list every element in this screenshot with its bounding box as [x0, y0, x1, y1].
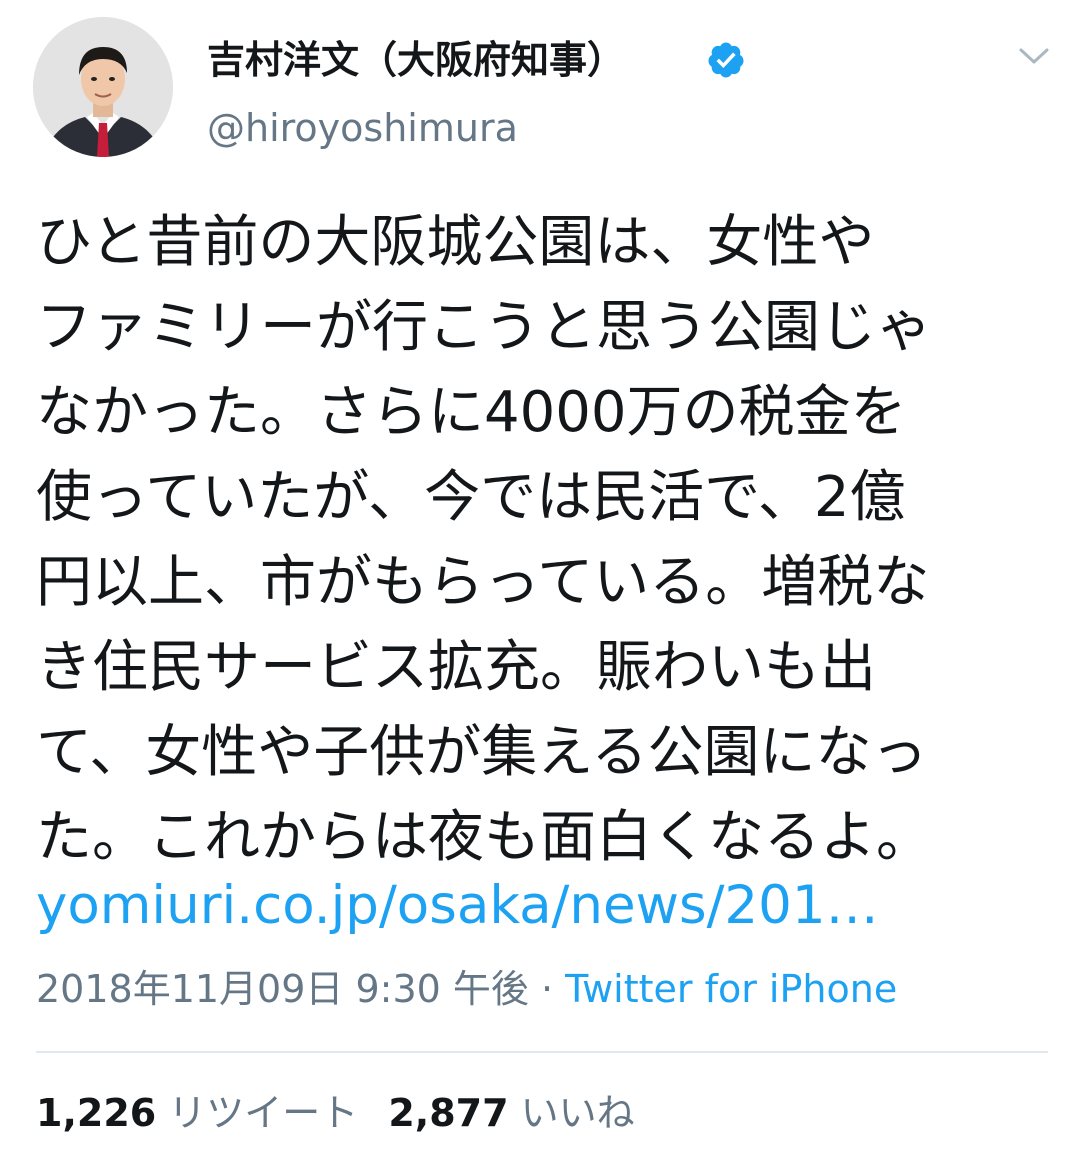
tweet-text-line: ひと昔前の大阪城公園は、女性や — [36, 210, 875, 275]
likes-label: いいね — [520, 1091, 635, 1135]
tweet-detail: 吉村洋文（大阪府知事） @hiroyoshimura ひと昔前の大阪城公園は、女… — [0, 0, 1072, 1159]
display-name[interactable]: 吉村洋文（大阪府知事） — [207, 36, 625, 84]
divider — [36, 1051, 1048, 1053]
engagement-stats: 1,226 リツイート 2,877 いいね — [36, 1086, 635, 1140]
avatar[interactable] — [33, 17, 173, 157]
tweet-text-line: 円以上、市がもらっている。増税な — [36, 550, 930, 615]
likes-count: 2,877 — [388, 1091, 509, 1135]
user-handle[interactable]: @hiroyoshimura — [207, 104, 518, 152]
verified-badge-icon — [708, 42, 744, 78]
likes-stat[interactable]: 2,877 いいね — [388, 1091, 634, 1135]
retweets-stat[interactable]: 1,226 リツイート — [36, 1091, 358, 1135]
meta-separator: · — [528, 967, 566, 1011]
retweets-label: リツイート — [168, 1091, 359, 1135]
retweets-count: 1,226 — [36, 1091, 157, 1135]
source-client-link[interactable]: Twitter for iPhone — [565, 967, 897, 1011]
tweet-meta: 2018年11月09日 9:30 午後 · Twitter for iPhone — [36, 962, 897, 1016]
tweet-text-line: て、女性や子供が集える公園になっ — [36, 720, 928, 785]
tweet-text-line: き住民サービス拡充。賑わいも出 — [36, 635, 876, 700]
timestamp[interactable]: 2018年11月09日 9:30 午後 — [36, 967, 529, 1011]
article-link[interactable]: yomiuri.co.jp/osaka/news/201… — [36, 866, 879, 946]
tweet-text-line: ファミリーが行こうと思う公園じゃ — [36, 295, 932, 360]
tweet-text-line: 使っていたが、今では民活で、2億 — [36, 465, 906, 530]
chevron-down-icon[interactable] — [1016, 44, 1052, 68]
tweet-text: ひと昔前の大阪城公園は、女性や ファミリーが行こうと思う公園じゃ なかった。さら… — [36, 200, 1046, 880]
avatar-image — [33, 17, 173, 157]
tweet-text-line: なかった。さらに4000万の税金を — [36, 380, 907, 445]
